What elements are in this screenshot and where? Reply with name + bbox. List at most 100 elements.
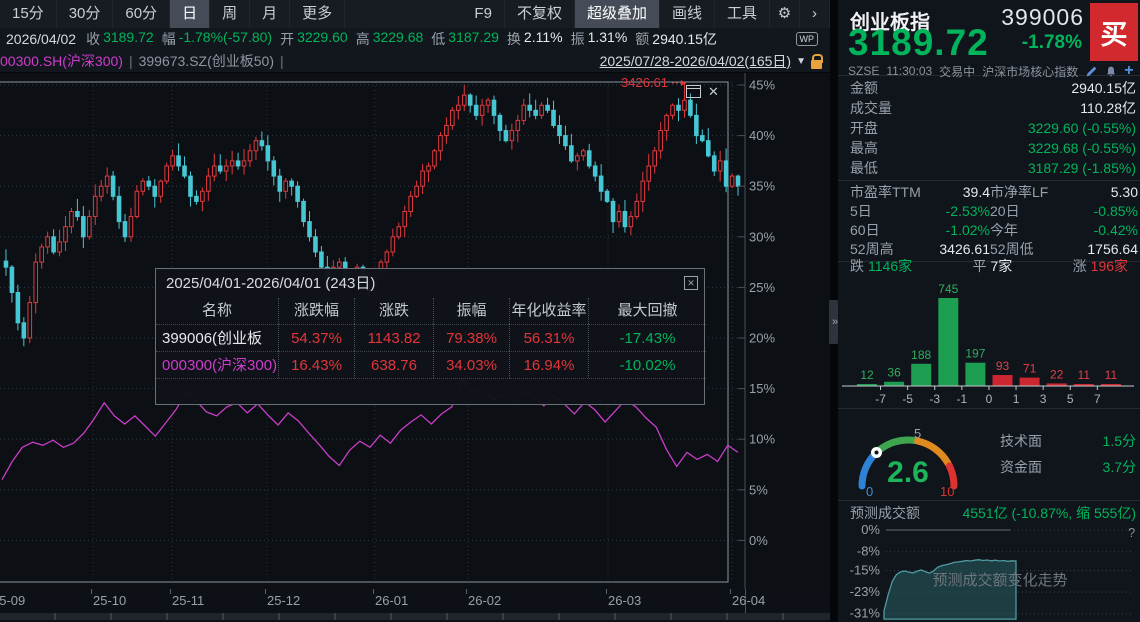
interval-stats-close-icon[interactable]: ✕	[684, 276, 698, 290]
quote-label: 额	[635, 29, 649, 49]
change-percent: -1.78%	[1022, 32, 1082, 54]
tool-button-F9[interactable]: F9	[462, 0, 505, 28]
period-tab-15分[interactable]: 15分	[0, 0, 57, 28]
tool-button-工具[interactable]: 工具	[715, 0, 770, 28]
period-tab-周[interactable]: 周	[210, 0, 250, 28]
stat-value: 2940.15亿	[1071, 78, 1136, 98]
stats-row-name[interactable]: 399006(创业板指)	[156, 324, 278, 351]
score-row: 技术面 1.5分	[1000, 428, 1136, 454]
stat-label: 20日	[990, 202, 1020, 221]
stat-value: 3229.68 (-0.55%)	[1028, 138, 1136, 158]
svg-text:745: 745	[938, 282, 958, 296]
svg-text:188: 188	[911, 348, 931, 362]
svg-text:45%: 45%	[749, 78, 775, 93]
stats-row-value: 56.31%	[509, 324, 588, 351]
stat-label: 成交量	[850, 98, 892, 118]
range-caret-icon[interactable]: ▼	[796, 56, 806, 67]
overlay-series-bar: 00300.SH(沪深300) | 399673.SZ(创业板50) | 202…	[0, 50, 830, 73]
period-tab-日[interactable]: 日	[170, 0, 210, 28]
toolbar-more-chevron-icon[interactable]: ›	[800, 0, 830, 28]
quote-label: 换	[507, 29, 521, 49]
svg-text:-3: -3	[929, 392, 940, 406]
svg-text:0: 0	[866, 484, 873, 499]
separator: |	[280, 53, 284, 69]
overlay-window-controls: ✕	[686, 85, 719, 98]
period-tab-月[interactable]: 月	[250, 0, 290, 28]
time-axis-label: 25-10	[93, 593, 126, 608]
score-list: 技术面 1.5分 资金面 3.7分	[1000, 428, 1136, 480]
stat-pair-row: 市盈率TTM39.4市净率LF5.30	[838, 183, 1140, 202]
period-tab-60分[interactable]: 60分	[113, 0, 170, 28]
stat-col1: 5日-2.53%	[850, 202, 990, 221]
chart-window: 15分30分60分日周月更多 F9不复权超级叠加画线工具 ⚙ › 2026/04…	[0, 0, 830, 622]
stat-value: 3229.60 (-0.55%)	[1028, 118, 1136, 138]
svg-text:-23%: -23%	[850, 584, 881, 599]
quote-value: 3229.68	[373, 29, 424, 49]
forecast-value: 4551亿 (-10.87%, 缩 555亿)	[962, 503, 1136, 523]
stat-row: 最高3229.68 (-0.55%)	[838, 138, 1140, 158]
high-annotation: 3426.61	[621, 75, 668, 90]
time-axis-tick	[265, 589, 266, 594]
quote-value: 3229.60	[297, 29, 348, 49]
svg-text:25%: 25%	[749, 280, 775, 295]
buy-button[interactable]: 买	[1090, 3, 1138, 61]
stat-label: 市净率LF	[990, 183, 1048, 202]
stats-pad-row	[156, 378, 706, 404]
svg-text:2.6: 2.6	[887, 456, 929, 489]
bottom-navigator-strip[interactable]	[0, 613, 830, 620]
quote-value: -1.78%(-57.80)	[179, 29, 272, 49]
tool-button-不复权[interactable]: 不复权	[505, 0, 575, 28]
settings-gear-icon[interactable]: ⚙	[770, 0, 800, 28]
time-axis-label: 26-02	[468, 593, 501, 608]
overlay-series-cyb50[interactable]: 399673.SZ(创业板50)	[139, 51, 274, 71]
stats-col-header: 涨跌幅	[278, 298, 354, 324]
stat-row: 成交量110.28亿	[838, 98, 1140, 118]
time-axis-label: 26-01	[375, 593, 408, 608]
stat-value: 3187.29 (-1.85%)	[1028, 158, 1136, 178]
trading-status: 交易中	[939, 63, 975, 80]
stats-row-value: 34.03%	[433, 351, 509, 378]
tool-button-超级叠加[interactable]: 超级叠加	[575, 0, 660, 28]
help-icon[interactable]: ?	[1128, 525, 1135, 540]
stats-row-name[interactable]: 000300(沪深300)	[156, 351, 278, 378]
stats-list: 金额2940.15亿成交量110.28亿开盘3229.60 (-0.55%)最高…	[838, 78, 1140, 264]
trading-terminal: 15分30分60分日周月更多 F9不复权超级叠加画线工具 ⚙ › 2026/04…	[0, 0, 1140, 622]
period-tab-30分[interactable]: 30分	[57, 0, 114, 28]
edit-pencil-icon[interactable]	[1085, 65, 1098, 78]
stats-row-value: -10.02%	[588, 351, 706, 378]
stats-row-value: 16.94%	[509, 351, 588, 378]
overlay-series-hs300[interactable]: 00300.SH(沪深300)	[0, 51, 123, 71]
interval-stats-window[interactable]: 2025/04/01-2026/04/01 (243日) ✕ 名称涨跌幅涨跌振幅…	[155, 268, 705, 405]
time-axis-tick	[91, 589, 92, 594]
stats-row-value: 16.43%	[278, 351, 354, 378]
stat-value: 5.30	[1111, 183, 1138, 202]
toolbar-spacer	[345, 0, 462, 28]
stat-value: 39.4	[963, 183, 990, 202]
svg-text:-5: -5	[902, 392, 913, 406]
svg-text:40%: 40%	[749, 128, 775, 143]
separator: |	[129, 53, 133, 69]
stats-col-header: 振幅	[433, 298, 509, 324]
interval-stats-table: 名称涨跌幅涨跌振幅年化收益率最大回撤399006(创业板指)54.37%1143…	[156, 298, 704, 404]
date-range-link[interactable]: 2025/07/28-2026/04/02(165日)	[600, 51, 791, 71]
index-tag: 沪深市场核心指数	[982, 63, 1078, 80]
svg-text:3: 3	[1040, 392, 1047, 406]
stat-label: 60日	[850, 221, 880, 240]
period-tab-更多[interactable]: 更多	[290, 0, 345, 28]
wp-window-icon[interactable]: WP	[796, 32, 819, 46]
stats-col-header: 年化收益率	[509, 298, 588, 324]
time-axis-tick	[373, 589, 374, 594]
alert-bell-icon[interactable]	[1105, 65, 1117, 78]
time-axis-label: 26-03	[608, 593, 641, 608]
restore-window-icon[interactable]	[686, 85, 701, 98]
score-label: 技术面	[1000, 428, 1042, 454]
tool-button-画线[interactable]: 画线	[660, 0, 715, 28]
time-axis-tick	[730, 589, 731, 594]
candlestick-chart-area[interactable]: 45%40%35%30%25%20%15%10%5%0%3426.61 ✕ 20…	[0, 73, 830, 589]
close-window-icon[interactable]: ✕	[708, 85, 719, 98]
lock-icon[interactable]	[811, 60, 822, 69]
svg-text:5%: 5%	[749, 482, 768, 497]
stat-label: 金额	[850, 78, 878, 98]
quote-value: 2940.15亿	[652, 29, 717, 49]
svg-text:10: 10	[940, 484, 954, 499]
